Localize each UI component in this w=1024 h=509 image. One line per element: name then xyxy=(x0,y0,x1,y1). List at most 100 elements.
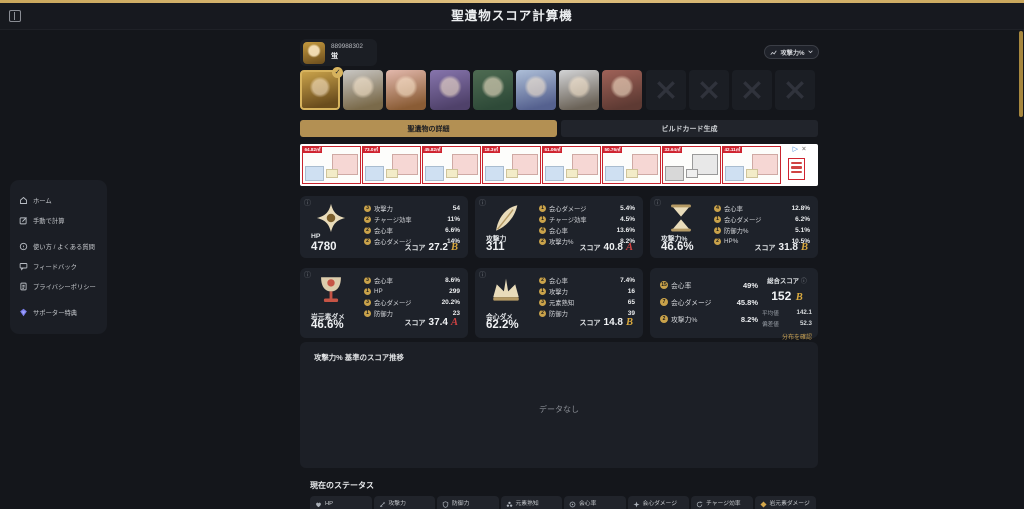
profile-uid: 889988302 xyxy=(331,43,363,51)
sidebar-item-supporter[interactable]: サポーター特典 xyxy=(19,302,98,322)
artifact-card-flower: ⓘ HP 4780 3 攻撃力 54 2 チャージ効率 11% 2 会心率 6.6% 2 会心… xyxy=(300,196,468,258)
page-title: 聖遺物スコア計算機 xyxy=(451,9,573,23)
sidebar-item-manual-calc[interactable]: 手動で計算 xyxy=(19,210,98,230)
tab-artifact-details[interactable]: 聖遺物の詳細 xyxy=(300,120,557,137)
substat-row: 2 会心率 7.4% xyxy=(539,275,635,286)
character-slot-7[interactable] xyxy=(559,70,600,110)
roll-count-badge: 1 xyxy=(539,288,546,295)
ad-floorplan-tile[interactable]: 42.11㎡ xyxy=(722,146,781,184)
sidebar-item-faq[interactable]: 使い方 / よくある質問 xyxy=(19,236,98,256)
sidebar-toggle-icon[interactable] xyxy=(9,10,21,22)
sidebar-item-home[interactable]: ホーム xyxy=(19,190,98,210)
ad-info: ▷ × xyxy=(782,146,808,184)
roll-count-badge: 2 xyxy=(539,277,546,284)
substat-row: 1 攻撃力 16 xyxy=(539,286,635,297)
total-score: 152 B xyxy=(771,289,803,303)
sidebar-item-privacy-policy[interactable]: プライバシーポリシー xyxy=(19,276,98,296)
stat-tile-energy-recharge: チャージ効率 xyxy=(691,496,753,509)
profile-chip[interactable]: 889988302 蛍 xyxy=(300,39,377,66)
roll-count-badge: 1 xyxy=(714,216,721,223)
character-slot-empty xyxy=(645,70,686,110)
main-stat-value: 46.6% xyxy=(661,241,694,253)
artifact-score: スコア 40.8 A xyxy=(579,242,633,253)
ad-area-label: 73.0㎡ xyxy=(363,147,380,153)
stat-filter-dropdown[interactable]: 攻撃力% xyxy=(764,45,819,59)
artifact-score: スコア 14.8 B xyxy=(579,317,633,328)
ad-floorplan-tile[interactable]: 45.82㎡ xyxy=(422,146,481,184)
sidebar-item-feedback[interactable]: フィードバック xyxy=(19,256,98,276)
substat-row: 1 HP 299 xyxy=(364,286,460,297)
ad-close-icon[interactable]: × xyxy=(802,146,806,154)
character-slot-4[interactable] xyxy=(429,70,470,110)
artifact-sands-icon xyxy=(671,204,691,232)
substat-row: 1 防御力% 5.1% xyxy=(714,225,810,236)
selected-check-icon: ✓ xyxy=(332,67,343,78)
distribution-link[interactable]: 分布を確認 xyxy=(762,332,812,341)
tab-label: 聖遺物の詳細 xyxy=(407,125,450,133)
character-slot-6[interactable] xyxy=(516,70,556,110)
character-slot-5[interactable] xyxy=(472,70,513,110)
artifact-score: スコア 31.8 B xyxy=(754,242,808,253)
ad-floorplan-tile[interactable]: 73.0㎡ xyxy=(362,146,421,184)
roll-count-badge: 4 xyxy=(539,227,546,234)
current-stats-title: 現在のステータス xyxy=(310,481,374,490)
tab-label: ビルドカード生成 xyxy=(661,125,718,133)
grade-badge: B xyxy=(625,317,633,328)
tab-build-card[interactable]: ビルドカード生成 xyxy=(561,120,818,137)
info-icon[interactable]: ⓘ xyxy=(479,270,486,280)
artifact-circlet-icon xyxy=(493,278,519,301)
grade-badge: B xyxy=(795,292,803,303)
ad-floorplan-tile[interactable]: 33.64㎡ xyxy=(662,146,721,184)
character-slot-1-selected[interactable]: ✓ xyxy=(300,67,343,110)
character-slot-2[interactable] xyxy=(343,70,384,110)
substat-row: 2 会心率 6.6% xyxy=(364,225,460,236)
sidebar-item-label: ホーム xyxy=(33,197,52,205)
info-icon[interactable]: ⓘ xyxy=(479,198,486,208)
roll-count-badge: 2 xyxy=(364,216,371,223)
scrollbar-thumb[interactable] xyxy=(1018,31,1023,117)
stat-tile-geo-dmg: 岩元素ダメージ xyxy=(754,496,816,509)
sidebar-item-label: 手動で計算 xyxy=(33,217,65,225)
ad-area-label: 45.82㎡ xyxy=(423,147,443,153)
roll-count-badge: 3 xyxy=(364,205,371,212)
grade-badge: B xyxy=(450,242,458,253)
gem-icon xyxy=(20,308,27,316)
ad-floorplan-tile[interactable]: 64.82㎡ xyxy=(302,146,361,184)
artifact-flower-icon xyxy=(316,203,346,233)
character-slot-3[interactable] xyxy=(386,70,427,110)
stat-tile-attack: 攻撃力 xyxy=(373,496,435,509)
deviation-row: 偏差値 52.3 xyxy=(762,320,812,328)
crit-rate-icon xyxy=(569,501,576,507)
ad-banner[interactable]: 64.82㎡ 73.0㎡ 45.82㎡ 18.3㎡ 61.06㎡ 50.76㎡ … xyxy=(300,144,818,186)
ad-area-label: 33.64㎡ xyxy=(663,147,683,153)
summary-stat-row: 2 攻撃力% 8.2% xyxy=(660,314,758,324)
ad-floorplan-tile[interactable]: 50.76㎡ xyxy=(602,146,661,184)
artifact-card-plume: ⓘ 攻撃力 311 1 会心ダメージ 5.4% 1 チャージ効率 4.5% 4 会心率 13… xyxy=(475,196,643,258)
info-icon[interactable]: ⓘ xyxy=(801,279,807,285)
geo-dmg-icon xyxy=(759,500,767,508)
roll-count-badge: 2 xyxy=(364,227,371,234)
x-placeholder-icon xyxy=(786,81,805,99)
summary-stat-row: 15 会心率 49% xyxy=(660,280,758,290)
info-icon[interactable]: ⓘ xyxy=(654,198,661,208)
adchoices-icon[interactable]: ▷ xyxy=(793,146,798,154)
roll-count-badge: 15 xyxy=(660,281,668,289)
ad-floorplan-tile[interactable]: 18.3㎡ xyxy=(482,146,541,184)
substat-row: 3 会心率 8.6% xyxy=(364,275,460,286)
artifact-goblet-icon xyxy=(321,277,341,303)
info-icon[interactable]: ⓘ xyxy=(304,198,311,208)
elemental-mastery-icon xyxy=(506,501,512,507)
main-stat-value: 311 xyxy=(486,241,505,253)
roll-count-badge: 2 xyxy=(660,315,668,323)
character-slot-empty xyxy=(732,70,772,110)
roll-count-badge: 3 xyxy=(364,299,371,306)
roll-count-badge: 1 xyxy=(364,288,371,295)
artifact-score: スコア 27.2 B xyxy=(404,242,458,253)
roll-count-badge: 2 xyxy=(714,238,721,245)
ad-floorplan-tile[interactable]: 61.06㎡ xyxy=(542,146,601,184)
x-placeholder-icon xyxy=(656,81,675,99)
ad-area-label: 64.82㎡ xyxy=(303,147,323,153)
info-icon[interactable]: ⓘ xyxy=(304,270,311,280)
character-slot-8[interactable] xyxy=(602,70,643,110)
feedback-icon xyxy=(19,262,28,271)
